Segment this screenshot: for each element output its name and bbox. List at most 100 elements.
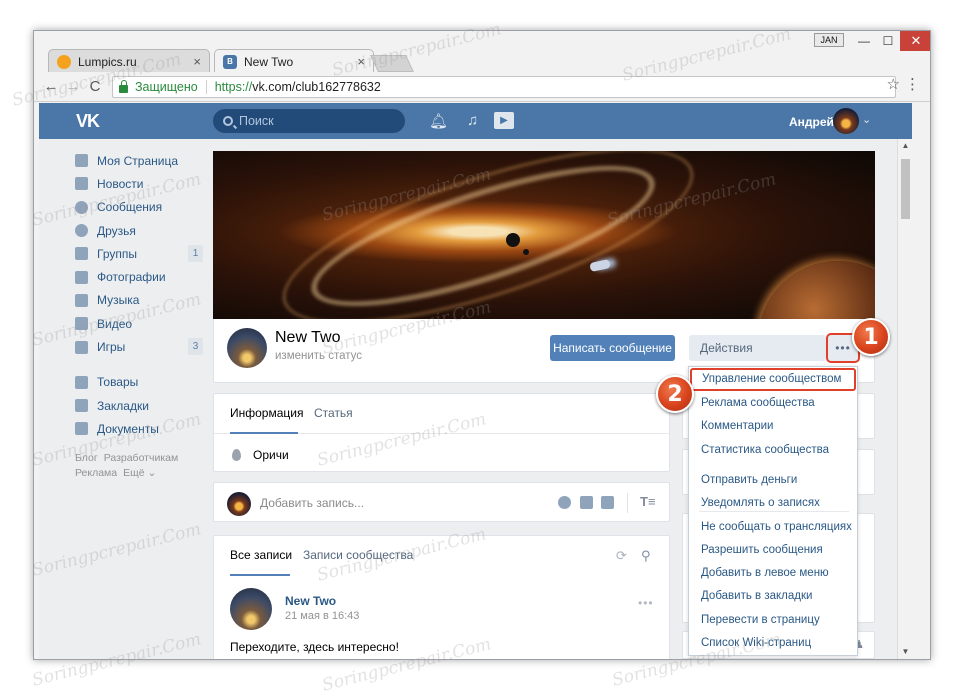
tab-article[interactable]: Статья [314, 406, 353, 420]
group-avatar[interactable] [227, 328, 267, 368]
menu-divider [699, 511, 849, 512]
post-date[interactable]: 21 мая в 16:43 [285, 610, 359, 622]
tab-underline [230, 432, 298, 434]
footer-link-ads[interactable]: Реклама [75, 467, 117, 479]
text-format-icon[interactable]: T≡ [640, 494, 656, 509]
messages-icon [75, 200, 88, 214]
menu-item-notify-posts[interactable]: Уведомлять о записях [701, 497, 820, 509]
avatar[interactable] [833, 108, 859, 134]
menu-item-manage-community[interactable]: Управление сообществом [690, 368, 856, 391]
new-post-box[interactable]: Добавить запись... T≡ [213, 482, 670, 522]
menu-item-add-bookmarks[interactable]: Добавить в закладки [701, 590, 812, 602]
tab-all-posts[interactable]: Все записи [230, 548, 292, 562]
profile-badge[interactable]: JAN [814, 33, 844, 47]
group-cover-image [213, 151, 875, 319]
back-button[interactable]: ← [40, 78, 62, 95]
video-icon [75, 317, 88, 331]
divider [205, 80, 207, 94]
star-icon [75, 399, 88, 413]
tab-title: Lumpics.ru [78, 54, 137, 69]
menu-item-promote[interactable]: Реклама сообщества [701, 397, 815, 409]
sidebar-item-my-page[interactable]: Моя Страница [75, 149, 203, 172]
menu-item-no-broadcasts[interactable]: Не сообщать о трансляциях [701, 521, 852, 533]
footer-link-more[interactable]: Ещё ⌄ [123, 467, 156, 479]
post-text: Переходите, здесь интересно! [230, 640, 399, 654]
forward-button[interactable]: → [62, 78, 84, 95]
menu-item-send-money[interactable]: Отправить деньги [701, 474, 797, 486]
music-icon[interactable] [601, 496, 614, 509]
post-input-placeholder[interactable]: Добавить запись... [260, 496, 364, 510]
tab-close-icon[interactable]: × [357, 54, 365, 69]
games-count-badge: 3 [188, 338, 203, 356]
lock-icon [119, 79, 128, 93]
sidebar-item-label: Товары [97, 375, 139, 390]
moon [523, 249, 529, 255]
refresh-icon[interactable]: ⟳ [616, 548, 627, 564]
sidebar-item-photos[interactable]: Фотографии [75, 265, 203, 288]
sidebar-item-friends[interactable]: Друзья [75, 219, 203, 242]
camera-icon[interactable] [558, 496, 571, 509]
bag-icon [75, 375, 88, 389]
vk-logo[interactable]: VK [76, 111, 100, 132]
group-status[interactable]: изменить статус [275, 350, 362, 362]
post-more-icon[interactable]: ••• [638, 596, 654, 610]
home-icon [75, 154, 88, 168]
location-text[interactable]: Оричи [253, 448, 289, 462]
sidebar-item-messages[interactable]: Сообщения [75, 196, 203, 219]
sidebar-item-label: Музыка [97, 293, 140, 308]
user-name[interactable]: Андрей [789, 115, 834, 129]
footer-link-developers[interactable]: Разработчикам [104, 452, 179, 464]
music-icon [75, 293, 88, 307]
search-input[interactable]: Поиск [213, 109, 405, 133]
url-bar[interactable]: Защищено https:// vk.com/club162778632 [112, 76, 896, 98]
tab-lumpics[interactable]: Lumpics.ru × [48, 49, 210, 73]
post-author[interactable]: New Two [285, 594, 336, 608]
sidebar-item-goods[interactable]: Товары [75, 371, 203, 394]
menu-item-wiki-pages[interactable]: Список Wiki-страниц [701, 637, 811, 649]
new-tab-button[interactable] [370, 55, 414, 72]
browser-window: Lumpics.ru × B New Two × JAN — ☐ ✕ ← → C… [33, 30, 931, 660]
minimize-button[interactable]: — [852, 31, 876, 51]
scroll-up-icon[interactable]: ▲ [898, 139, 912, 153]
sidebar-item-documents[interactable]: Документы [75, 417, 203, 440]
menu-item-comments[interactable]: Комментарии [701, 420, 773, 432]
footer-link-blog[interactable]: Блог [75, 452, 98, 464]
menu-item-statistics[interactable]: Статистика сообщества [701, 444, 829, 456]
tab-close-icon[interactable]: × [193, 54, 201, 69]
browser-menu-icon[interactable]: ⋮ [905, 75, 920, 93]
tab-new-two[interactable]: B New Two × [214, 49, 374, 73]
sidebar-item-bookmarks[interactable]: Закладки [75, 394, 203, 417]
write-message-button[interactable]: Написать сообщение [550, 335, 675, 361]
sidebar-item-music[interactable]: Музыка [75, 289, 203, 312]
music-note-icon[interactable]: ♫ [467, 112, 478, 129]
tab-community-posts[interactable]: Записи сообщества [303, 548, 413, 562]
actions-button[interactable]: Действия [689, 335, 826, 361]
sidebar-item-label: Моя Страница [97, 153, 179, 168]
tab-information[interactable]: Информация [230, 406, 303, 420]
menu-item-add-left-menu[interactable]: Добавить в левое меню [701, 567, 829, 579]
scroll-down-icon[interactable]: ▼ [898, 645, 912, 659]
search-icon [223, 116, 233, 126]
close-window-button[interactable]: ✕ [900, 31, 930, 51]
step-badge-2: 2 [656, 375, 694, 413]
sidebar-item-news[interactable]: Новости [75, 172, 203, 195]
bookmark-star-icon[interactable]: ☆ [887, 75, 900, 93]
chevron-down-icon[interactable]: ⌄ [862, 113, 871, 126]
post-avatar[interactable] [230, 588, 272, 630]
page-scrollbar[interactable]: ▲ ▼ [897, 139, 912, 659]
video-icon[interactable] [580, 496, 593, 509]
url-text: vk.com/club162778632 [252, 80, 381, 94]
reload-button[interactable]: C [84, 78, 106, 95]
menu-item-convert-page[interactable]: Перевести в страницу [701, 614, 820, 626]
bell-icon[interactable]: 🔔︎ [429, 112, 448, 130]
sidebar-item-groups[interactable]: Группы 1 [75, 242, 203, 265]
play-icon[interactable]: ▶ [494, 112, 514, 129]
sidebar-item-video[interactable]: Видео [75, 312, 203, 335]
menu-item-allow-messages[interactable]: Разрешить сообщения [701, 544, 823, 556]
search-icon[interactable]: ⚲ [641, 548, 651, 564]
divider [627, 493, 628, 513]
maximize-button[interactable]: ☐ [876, 31, 900, 51]
sidebar-item-games[interactable]: Игры 3 [75, 335, 203, 358]
info-card: Информация Статья Оричи [213, 393, 670, 472]
scroll-thumb[interactable] [901, 159, 910, 219]
